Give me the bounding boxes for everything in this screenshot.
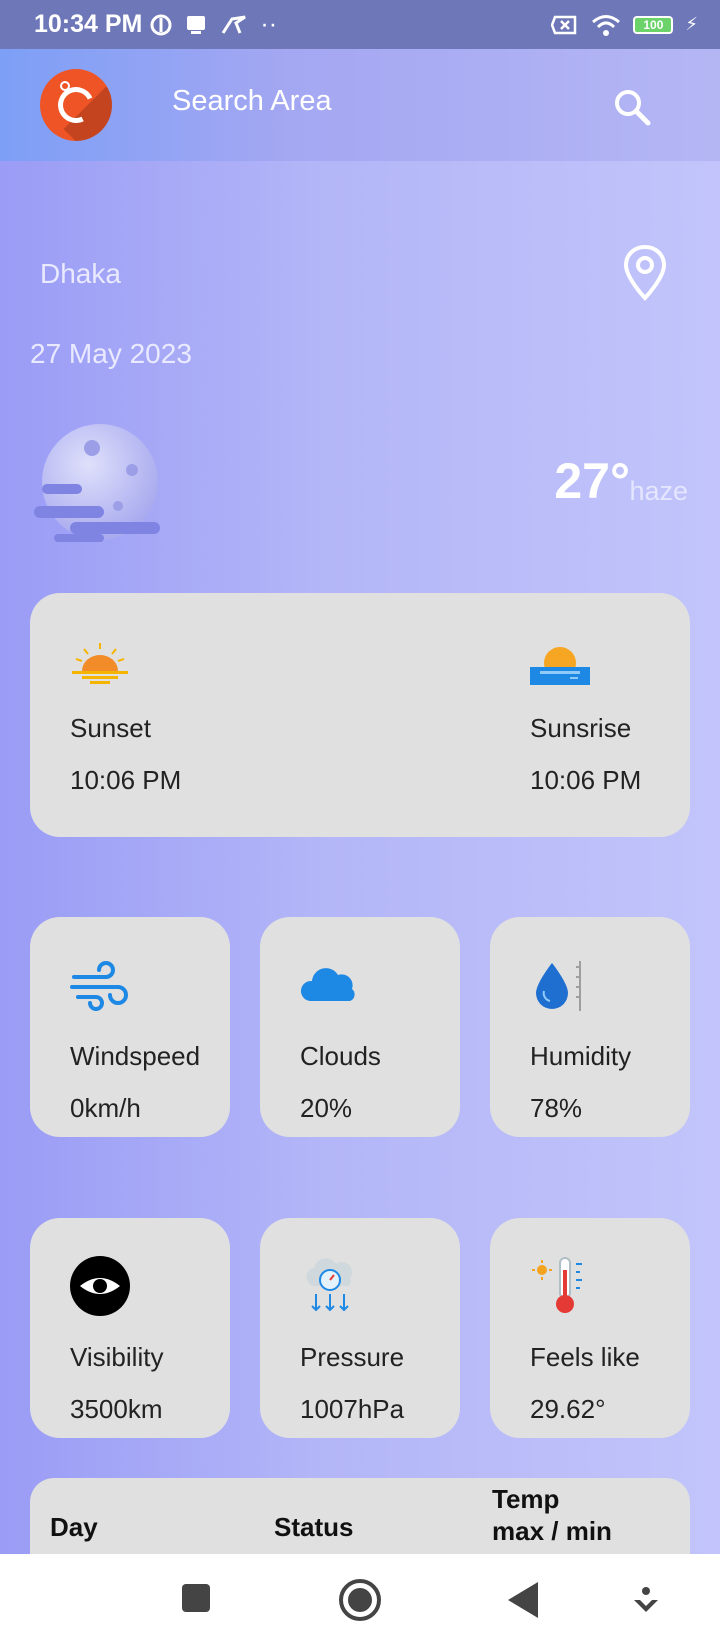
cloud-icon (300, 968, 355, 1001)
home-button[interactable] (338, 1578, 382, 1622)
column-header-status: Status (274, 1512, 354, 1542)
wind-icon (70, 961, 128, 1011)
sunset-label: Sunset (70, 713, 151, 743)
search-icon[interactable] (612, 87, 652, 127)
wifi-icon (592, 14, 621, 36)
stat-label: Humidity (530, 1041, 632, 1071)
sunrise-item: Sunsrise 10:06 PM (530, 593, 720, 837)
sunrise-icon (530, 647, 590, 685)
clouds-card: Clouds 20% (260, 917, 460, 1137)
navbar-toggle-icon[interactable] (632, 1586, 660, 1616)
status-notification-icons: ·· (150, 10, 277, 39)
weather-condition: haze (629, 476, 688, 506)
stat-label: Windspeed (70, 1041, 201, 1071)
pressure-card: Pressure 1007hPa (260, 1218, 460, 1438)
app-logo[interactable] (40, 69, 112, 141)
stat-value: 20% (300, 1093, 353, 1123)
system-navigation-bar (0, 1554, 720, 1650)
status-bar: 10:34 PM ·· 100 ⚡ (0, 0, 720, 49)
pressure-icon (306, 1258, 352, 1312)
stat-value: 1007hPa (300, 1394, 405, 1424)
column-header-temp-sub: max / min (492, 1516, 612, 1546)
location-pin-icon[interactable] (622, 244, 668, 302)
sim-icon (551, 15, 577, 34)
stat-label: Feels like (530, 1342, 640, 1372)
status-time: 10:34 PM (34, 10, 143, 38)
column-header-temp: Temp (492, 1484, 560, 1514)
charging-icon: ⚡ (685, 14, 698, 34)
carrier-notification-icon (222, 15, 247, 34)
windspeed-card: Windspeed 0km/h (30, 917, 230, 1137)
app-notification-icon (150, 14, 172, 35)
stat-value: 3500km (70, 1394, 163, 1424)
feels-like-card: Feels like 29.62° (490, 1218, 690, 1438)
more-notifications-icon: ·· (260, 10, 278, 38)
sunset-time: 10:06 PM (70, 765, 182, 795)
sunset-item: Sunset 10:06 PM (70, 593, 270, 837)
eye-icon (70, 1256, 130, 1316)
column-header-day: Day (50, 1512, 98, 1542)
sun-times-card: Sunset 10:06 PM Sunsrise 10:06 PM (30, 593, 690, 837)
city-name: Dhaka (40, 258, 121, 289)
sunrise-time: 10:06 PM (530, 765, 642, 795)
stat-label: Pressure (300, 1342, 405, 1372)
sunrise-label: Sunsrise (530, 713, 632, 743)
visibility-card: Visibility 3500km (30, 1218, 230, 1438)
app-bar: Search Area (0, 49, 720, 161)
current-temperature: 27° (554, 453, 630, 509)
sunset-icon (72, 643, 128, 684)
stat-label: Clouds (300, 1041, 381, 1071)
stat-value: 29.62° (530, 1394, 606, 1424)
current-date: 27 May 2023 (30, 338, 192, 369)
search-area-label[interactable]: Search Area (172, 85, 332, 118)
humidity-icon (536, 961, 581, 1011)
back-button[interactable] (506, 1580, 540, 1620)
stat-value: 78% (530, 1093, 583, 1123)
recents-button[interactable] (180, 1582, 212, 1614)
humidity-card: Humidity 78% (490, 917, 690, 1137)
battery-icon: 100 (633, 15, 674, 34)
stat-value: 0km/h (70, 1093, 141, 1123)
message-notification-icon (187, 15, 206, 34)
stat-label: Visibility (70, 1342, 164, 1372)
moon-haze-icon (34, 424, 160, 542)
thermometer-icon (532, 1257, 582, 1313)
